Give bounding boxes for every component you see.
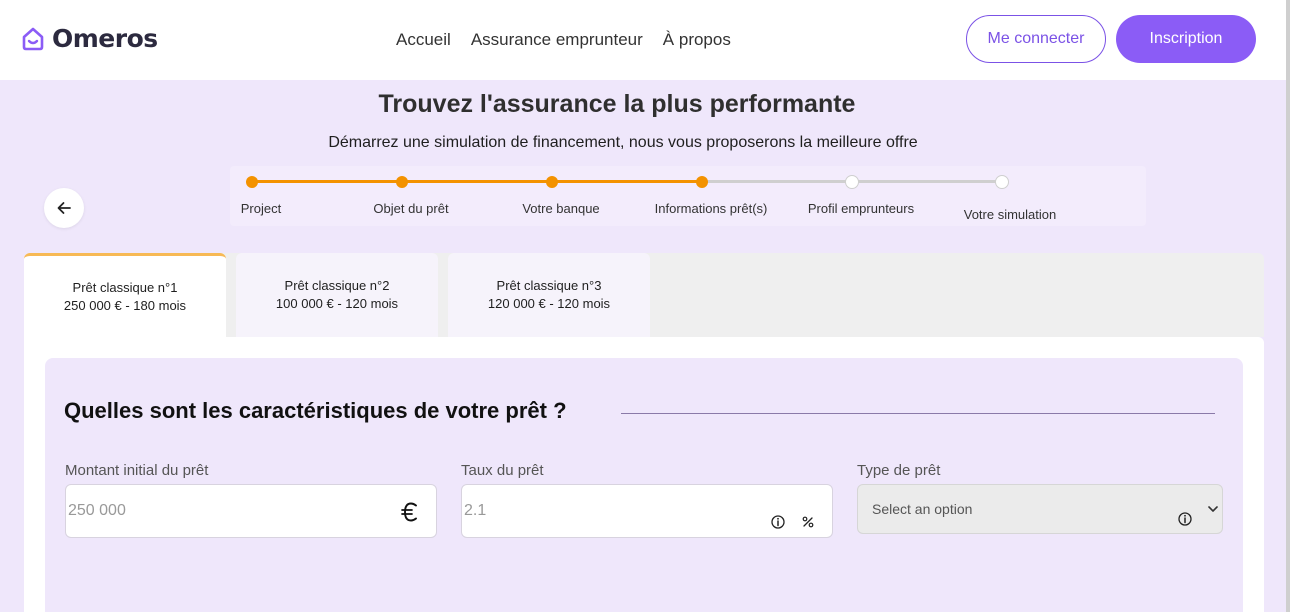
section-divider [621, 413, 1215, 414]
amount-label: Montant initial du prêt [65, 462, 209, 479]
step-label-informations: Informations prêt(s) [654, 201, 768, 216]
step-dot-1 [246, 176, 258, 188]
nav-item-assurance[interactable]: Assurance emprunteur [471, 30, 643, 50]
tab-label: Prêt classique n°1 [72, 279, 178, 295]
tab-pret-1[interactable]: Prêt classique n°1 250 000 € - 180 mois [24, 253, 226, 337]
loan-type-placeholder: Select an option [872, 501, 973, 517]
step-label-profil: Profil emprunteurs [807, 201, 915, 216]
step-dot-2 [396, 176, 408, 188]
page-subtitle: Démarrez une simulation de financement, … [328, 134, 918, 151]
tab-pret-2[interactable]: Prêt classique n°2 100 000 € - 120 mois [236, 253, 438, 337]
brand-name: Omeros [52, 24, 158, 53]
stepper-progress-line [252, 180, 702, 183]
info-icon[interactable] [1178, 512, 1192, 526]
page-scrollbar[interactable] [1286, 0, 1290, 612]
tab-label: Prêt classique n°2 [284, 278, 390, 293]
step-label-banque: Votre banque [522, 201, 600, 216]
step-dot-5 [845, 175, 859, 189]
tab-detail: 250 000 € - 180 mois [63, 297, 187, 313]
step-dot-3 [546, 176, 558, 188]
euro-icon [401, 502, 417, 522]
signup-button[interactable]: Inscription [1116, 15, 1256, 63]
login-button[interactable]: Me connecter [966, 15, 1106, 63]
info-icon[interactable] [771, 515, 785, 529]
nav-item-a-propos[interactable]: À propos [663, 30, 731, 50]
top-header: Omeros Accueil Assurance emprunteur À pr… [0, 0, 1286, 80]
step-label-objet: Objet du prêt [373, 201, 449, 216]
step-dot-4 [696, 176, 708, 188]
step-dot-6 [995, 175, 1009, 189]
amount-value: 250 000 [68, 502, 126, 519]
main-nav: Accueil Assurance emprunteur À propos [396, 30, 731, 50]
section-title: Quelles sont les caractéristiques de vot… [64, 398, 567, 423]
tab-detail: 100 000 € - 120 mois [275, 296, 399, 311]
loan-type-select[interactable]: Select an option [857, 484, 1223, 534]
scrollbar-thumb[interactable] [1286, 0, 1290, 612]
tab-pret-3[interactable]: Prêt classique n°3 120 000 € - 120 mois [448, 253, 650, 337]
nav-item-accueil[interactable]: Accueil [396, 30, 451, 50]
rate-label: Taux du prêt [461, 462, 544, 479]
tab-label: Prêt classique n°3 [496, 278, 602, 293]
type-label: Type de prêt [857, 462, 941, 479]
percent-icon [802, 516, 814, 528]
page-title: Trouvez l'assurance la plus performante [378, 90, 856, 118]
rate-value: 2.1 [464, 502, 487, 519]
home-logo-icon [22, 27, 44, 50]
step-label-simulation: Votre simulation [963, 207, 1057, 222]
tab-detail: 120 000 € - 120 mois [487, 296, 611, 311]
step-label-project: Project [240, 201, 282, 216]
back-button[interactable] [44, 188, 84, 228]
brand-logo[interactable]: Omeros [20, 24, 158, 53]
arrow-left-icon [57, 202, 71, 214]
chevron-down-icon [1208, 506, 1218, 512]
amount-field[interactable]: 250 000 [65, 484, 437, 538]
rate-field[interactable]: 2.1 [461, 484, 833, 538]
